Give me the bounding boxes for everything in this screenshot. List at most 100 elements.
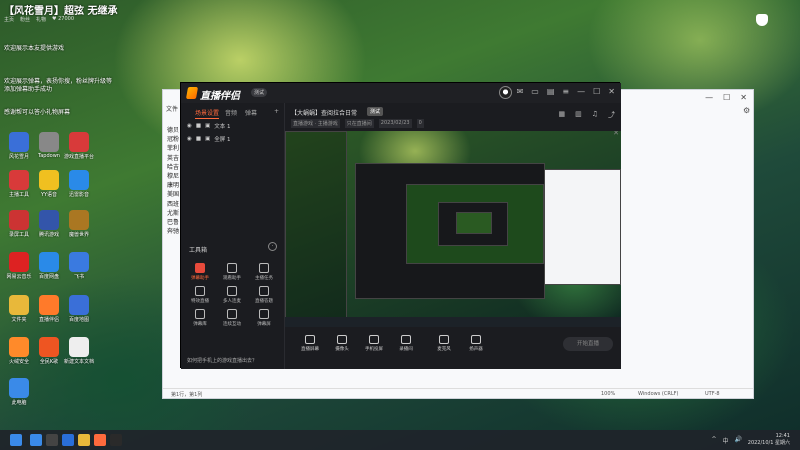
room-title[interactable]: 【大蜗蜗】查阅拉合日常 — [291, 108, 357, 117]
tool-item[interactable]: 直播答题 — [249, 286, 279, 304]
control-item[interactable]: 直播屏幕 — [295, 335, 325, 352]
minimize-icon[interactable]: — — [577, 87, 585, 96]
bell-icon[interactable]: ♫ — [592, 110, 598, 120]
tool-label: 主播任务 — [255, 276, 273, 281]
tool-item[interactable]: 主播任务 — [249, 263, 279, 281]
control-label: 扬声器 — [469, 347, 483, 352]
message-icon[interactable]: ✉ — [517, 87, 524, 96]
preview-close-icon[interactable]: ✕ — [535, 131, 619, 137]
tool-item[interactable]: 连续互动 — [217, 309, 247, 327]
menu-icon[interactable]: ≡ — [562, 87, 569, 96]
tray-item[interactable]: 🔊 — [735, 436, 742, 445]
desktop-icon[interactable]: 文件夹 — [4, 295, 34, 323]
ranking-icon[interactable]: ▥ — [575, 110, 582, 120]
desktop-icon-label: 网易云音乐 — [6, 274, 32, 280]
stream-preview[interactable]: ✕ — [285, 131, 621, 327]
avatar[interactable] — [499, 86, 512, 99]
taskbar-app-icon[interactable] — [46, 434, 58, 446]
clock[interactable]: 12:41 2022/10/1 星期六 — [748, 433, 790, 447]
taskbar-app-icon[interactable] — [94, 434, 106, 446]
preview-taskbar — [285, 317, 621, 327]
tool-label: 观看助手 — [223, 276, 241, 281]
start-live-button[interactable]: 开始直播 — [563, 337, 613, 351]
maximize-icon[interactable]: ☐ — [593, 87, 600, 96]
desktop-icon[interactable]: 魔兽世界 — [64, 210, 94, 238]
desktop-icon-label: 百度网盘 — [38, 274, 59, 280]
gift-icon[interactable]: ▤ — [547, 87, 555, 96]
tray-item[interactable]: ^ — [711, 436, 716, 445]
taskbar-app-icon[interactable] — [30, 434, 42, 446]
close-icon[interactable]: ✕ — [608, 87, 615, 96]
tab-danmaku[interactable]: 弹幕 — [245, 108, 257, 117]
desktop-icon[interactable]: Tapdown — [34, 132, 64, 159]
menu-item[interactable]: 文件 — [166, 104, 178, 113]
tray-item[interactable]: 中 — [723, 436, 729, 445]
desktop-icon[interactable]: 百度地图 — [64, 295, 94, 323]
desktop-icon[interactable]: 飞书 — [64, 252, 94, 280]
control-item[interactable]: 麦克风 — [429, 335, 459, 352]
toolbox-settings-icon[interactable]: · — [268, 242, 277, 251]
desktop-icon[interactable]: 此电脑 — [4, 378, 34, 406]
desktop-icon[interactable]: 网易云音乐 — [4, 252, 34, 280]
desktop-icon[interactable]: 主播工具 — [4, 170, 34, 198]
start-icon[interactable] — [10, 434, 22, 446]
control-item[interactable]: 摄像头 — [327, 335, 357, 352]
desktop-icon[interactable]: 百度网盘 — [34, 252, 64, 280]
desktop-icon[interactable]: 火绒安全 — [4, 337, 34, 365]
gift-icon[interactable]: ▦ — [558, 110, 565, 120]
clock-time: 12:41 — [775, 433, 790, 439]
add-tab-button[interactable]: + — [274, 108, 279, 115]
tools-hint-link[interactable]: 如何把手机上的游戏直播出去？ — [187, 357, 257, 364]
streaming-app-window[interactable]: 直播伴侣 测试 ✉ ▭ ▤ ≡ — ☐ ✕ 场景设置 音频 弹幕 + ◉ ■ ▣ 文本… — [180, 82, 621, 369]
tool-label: 弹幕库 — [193, 322, 207, 327]
lock-icon[interactable]: ■ — [196, 136, 201, 142]
settings-icon[interactable]: ⚙ — [743, 106, 750, 115]
scene-item[interactable]: ◉ ■ ▣ 全屏 1 — [187, 135, 230, 143]
desktop-icon[interactable]: 新建文本文档 — [64, 337, 94, 365]
stream-stat: 礼物 — [36, 17, 47, 23]
taskbar-app-icon[interactable] — [110, 434, 122, 446]
eye-icon[interactable]: ◉ — [187, 136, 192, 142]
tool-item[interactable]: 弹幕库 — [185, 309, 215, 327]
clock-date: 2022/10/1 星期六 — [747, 440, 790, 446]
desktop-icon[interactable]: 直播伴侣 — [34, 295, 64, 323]
taskbar-app-icon[interactable] — [62, 434, 74, 446]
preview-nested-app — [355, 163, 545, 299]
tool-item[interactable]: 弹幕屏 — [249, 309, 279, 327]
tool-icon — [259, 286, 269, 296]
tool-icon — [227, 286, 237, 296]
maximize-icon[interactable]: ☐ — [723, 93, 730, 102]
tool-label: 特效直播 — [191, 299, 209, 304]
tool-label: 直播答题 — [255, 299, 273, 304]
desktop-icon-label: Tapdown — [38, 153, 60, 159]
share-icon[interactable]: ⤴ — [608, 110, 615, 120]
desktop-icon[interactable]: YY语音 — [34, 170, 64, 198]
tab-scenes[interactable]: 场景设置 — [195, 108, 220, 119]
desktop-icon[interactable]: 迅雷影音 — [64, 170, 94, 198]
close-icon[interactable]: ✕ — [740, 93, 747, 102]
desktop-icon[interactable]: 风花雪月 — [4, 132, 34, 160]
stream-stats: 主页 粉丝 礼物 ♥ 27000 — [4, 16, 132, 24]
desktop-icon-label: 文件夹 — [11, 317, 27, 323]
tool-item[interactable]: 多人连麦 — [217, 286, 247, 304]
lock-icon[interactable]: ■ — [196, 123, 201, 129]
control-item[interactable]: 录播间 — [391, 335, 421, 352]
tool-item[interactable]: 特效直播 — [185, 286, 215, 304]
desktop-icon-label: 主播工具 — [8, 192, 29, 198]
scene-item[interactable]: ◉ ■ ▣ 文本 1 — [187, 122, 230, 130]
control-item[interactable]: 扬声器 — [461, 335, 491, 352]
desktop-icon[interactable]: 录屏工具 — [4, 210, 34, 238]
cat-icon — [756, 14, 768, 26]
screen-icon[interactable]: ▭ — [531, 87, 539, 96]
control-item[interactable]: 手机投屏 — [359, 335, 389, 352]
desktop-icon[interactable]: 腾讯游戏 — [34, 210, 64, 238]
eye-icon[interactable]: ◉ — [187, 123, 192, 129]
taskbar-app-icon[interactable] — [78, 434, 90, 446]
tool-item[interactable]: 弹幕助手 — [185, 263, 215, 281]
desktop-icon[interactable]: 游戏直播平台 — [64, 132, 94, 160]
minimize-icon[interactable]: — — [705, 93, 713, 102]
tab-audio[interactable]: 音频 — [225, 108, 237, 117]
tool-item[interactable]: 观看助手 — [217, 263, 247, 281]
tool-icon — [227, 309, 237, 319]
desktop-icon[interactable]: 全民K歌 — [34, 337, 64, 365]
